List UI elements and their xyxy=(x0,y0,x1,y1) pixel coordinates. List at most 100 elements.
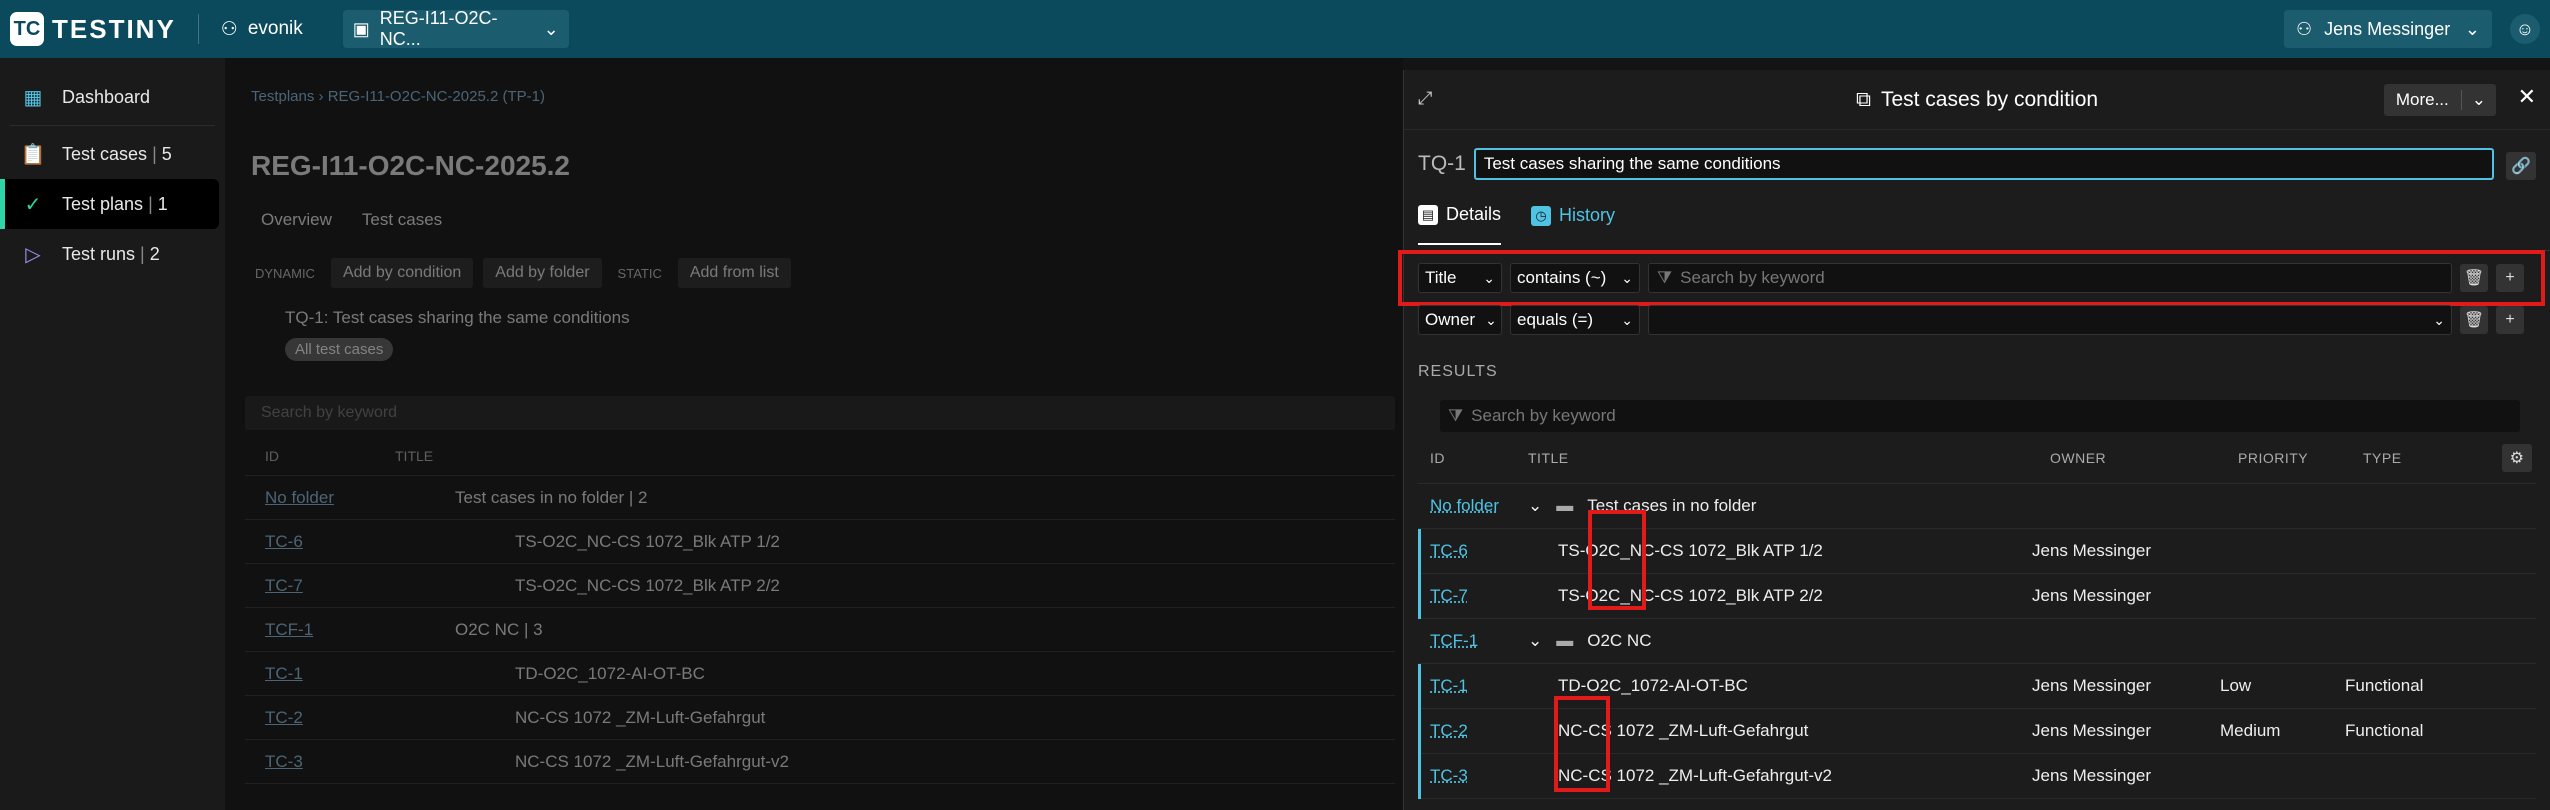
main-tabs: Overview Test cases xyxy=(261,210,442,230)
sidebar-item-test-runs[interactable]: ▷ Test runs | 2 xyxy=(0,229,225,279)
tab-test-cases[interactable]: Test cases xyxy=(362,210,442,230)
filter-row-owner: Owner ⌄ equals (=) ⌄ ⌄ 🗑 + xyxy=(1418,304,2524,336)
condition-label[interactable]: TQ-1: Test cases sharing the same condit… xyxy=(285,308,630,328)
tq-name-input[interactable] xyxy=(1473,148,2494,180)
user-name: Jens Messinger xyxy=(2324,18,2451,39)
case-id-link[interactable]: TC-2 xyxy=(1418,721,1528,741)
col-title: TITLE xyxy=(395,447,434,464)
expand-icon[interactable]: ⤢ xyxy=(1418,88,1432,109)
sidebar-item-count: 1 xyxy=(157,193,168,214)
sidebar-item-label: Test cases xyxy=(62,143,148,164)
folder-icon: ▬ xyxy=(1556,631,1574,650)
case-id-link[interactable]: TC-6 xyxy=(1418,541,1528,561)
folder-link[interactable]: No folder xyxy=(1418,496,1528,516)
case-id-link[interactable]: TC-7 xyxy=(1418,586,1528,606)
sidebar-item-dashboard[interactable]: ▦ Dashboard xyxy=(0,72,225,122)
chevron-down-icon[interactable]: ⌄ xyxy=(1528,631,1542,651)
add-icon[interactable]: + xyxy=(2496,306,2524,334)
logo-text: TESTINY xyxy=(52,13,176,44)
main-search-input[interactable]: Search by keyword xyxy=(245,396,1395,430)
project-icon: ▣ xyxy=(352,18,370,39)
logo[interactable]: TC TESTINY xyxy=(10,12,176,46)
panel-header: ⤢ ⧉ Test cases by condition More... ⌄ ✕ xyxy=(1404,70,2550,130)
table-row[interactable]: TCF-1 O2C NC | 3 xyxy=(245,608,1395,652)
case-id-link[interactable]: TC-3 xyxy=(1418,766,1528,786)
more-label: More... xyxy=(2395,90,2449,109)
user-icon: ⚇ xyxy=(2296,18,2313,39)
table-row[interactable]: TC-7 TS-O2C_NC-CS 1072_Blk ATP 2/2 Jens … xyxy=(1418,574,2536,619)
user-menu-button[interactable]: ⚇ Jens Messinger ⌄ xyxy=(2284,10,2492,48)
add-from-list-button[interactable]: Add from list xyxy=(677,258,791,288)
link-icon[interactable]: 🔗 xyxy=(2506,152,2536,180)
col-id: ID xyxy=(265,447,279,464)
table-row[interactable]: TC-2 NC-CS 1072 _ZM-Luft-Gefahrgut xyxy=(245,696,1395,740)
highlight-box xyxy=(1398,250,2545,306)
project-selector[interactable]: ▣ REG-I11-O2C-NC... ⌄ xyxy=(342,8,569,49)
table-row[interactable]: TC-3 NC-CS 1072 _ZM-Luft-Gefahrgut-v2 xyxy=(245,740,1395,784)
sidebar-item-count: 5 xyxy=(161,143,172,164)
testiny-logo-icon: TC xyxy=(10,12,44,46)
close-icon[interactable]: ✕ xyxy=(2518,84,2536,110)
chevron-down-icon[interactable]: ⌄ xyxy=(1528,496,1542,516)
sidebar-item-label: Dashboard xyxy=(62,86,151,107)
panel-title: Test cases by condition xyxy=(1880,87,2099,111)
filter-value-select[interactable]: ⌄ xyxy=(1648,305,2452,335)
condition-icon: ⧉ xyxy=(1855,87,1871,111)
filter-field-select[interactable]: Owner ⌄ xyxy=(1418,305,1502,335)
folder-row[interactable]: TCF-1 ⌄ ▬ O2C NC xyxy=(1418,619,2536,664)
org-icon: ⚇ xyxy=(220,18,238,40)
table-row[interactable]: No folder Test cases in no folder | 2 xyxy=(245,476,1395,520)
add-by-folder-button[interactable]: Add by folder xyxy=(483,258,602,288)
sidebar-item-test-cases[interactable]: 📋 Test cases | 5 xyxy=(0,129,225,179)
dashboard-icon: ▦ xyxy=(23,86,43,109)
results-table-header: ID TITLE OWNER PRIORITY TYPE ⚙ xyxy=(1418,432,2536,484)
clipboard-icon: 📋 xyxy=(20,143,46,166)
col-title: TITLE xyxy=(1528,449,1569,466)
tab-history[interactable]: ◷ History xyxy=(1531,204,1615,245)
clipboard-check-icon: ✓ xyxy=(24,193,42,216)
divider xyxy=(197,14,199,44)
col-type: TYPE xyxy=(2363,449,2402,466)
delete-icon[interactable]: 🗑 xyxy=(2460,306,2488,334)
add-by-condition-button[interactable]: Add by condition xyxy=(330,258,474,288)
case-id-link[interactable]: TC-1 xyxy=(1418,676,1528,696)
folder-row[interactable]: No folder ⌄ ▬ Test cases in no folder xyxy=(1418,484,2536,529)
static-label: STATIC xyxy=(617,265,662,281)
tab-label: History xyxy=(1559,205,1616,225)
sidebar-item-label: Test plans xyxy=(62,193,144,214)
results-search-input[interactable]: ⧩ Search by keyword xyxy=(1440,400,2520,432)
page-title: REG-I11-O2C-NC-2025.2 xyxy=(251,150,571,181)
results-label: RESULTS xyxy=(1418,363,1498,380)
org-selector[interactable]: ⚇ evonik xyxy=(221,18,303,41)
table-row[interactable]: TC-6 TS-O2C_NC-CS 1072_Blk ATP 1/2 Jens … xyxy=(1418,529,2536,574)
condition-panel: ⤢ ⧉ Test cases by condition More... ⌄ ✕ … xyxy=(1398,70,2550,810)
table-row[interactable]: TC-6 TS-O2C_NC-CS 1072_Blk ATP 1/2 xyxy=(245,520,1395,564)
history-icon: ◷ xyxy=(1531,205,1552,226)
more-button[interactable]: More... ⌄ xyxy=(2383,84,2496,116)
sidebar-item-test-plans[interactable]: ✓ Test plans | 1 xyxy=(0,179,219,229)
col-id: ID xyxy=(1430,449,1445,466)
table-row[interactable]: TC-1 TD-O2C_1072-AI-OT-BC xyxy=(245,652,1395,696)
main-table-header: ID TITLE xyxy=(245,436,1395,476)
chevron-down-icon: ⌄ xyxy=(2464,18,2480,39)
gear-icon[interactable]: ⚙ xyxy=(2502,444,2532,472)
tab-label: Details xyxy=(1446,204,1502,224)
org-name: evonik xyxy=(247,18,303,39)
main-content: Testplans › REG-I11-O2C-NC-2025.2 (TP-1)… xyxy=(225,58,1403,810)
filter-operator-select[interactable]: equals (=) ⌄ xyxy=(1510,305,1640,335)
feedback-smiley-icon[interactable]: ☺ xyxy=(2510,14,2540,44)
chevron-down-icon: ⌄ xyxy=(1621,311,1633,328)
tab-details[interactable]: ▤ Details xyxy=(1418,204,1502,245)
tab-overview[interactable]: Overview xyxy=(261,210,332,230)
highlight-box xyxy=(1554,696,1610,792)
chevron-down-icon: ⌄ xyxy=(2433,311,2445,328)
details-icon: ▤ xyxy=(1418,204,1438,225)
panel-tabs: ▤ Details ◷ History xyxy=(1418,204,1615,245)
add-actions: DYNAMIC Add by condition Add by folder S… xyxy=(249,258,791,288)
project-name: REG-I11-O2C-NC... xyxy=(379,8,498,49)
play-icon: ▷ xyxy=(25,243,41,266)
chevron-down-icon[interactable]: ⌄ xyxy=(2460,90,2496,110)
breadcrumb[interactable]: Testplans › REG-I11-O2C-NC-2025.2 (TP-1) xyxy=(251,88,545,105)
folder-link[interactable]: TCF-1 xyxy=(1418,631,1528,651)
table-row[interactable]: TC-7 TS-O2C_NC-CS 1072_Blk ATP 2/2 xyxy=(245,564,1395,608)
